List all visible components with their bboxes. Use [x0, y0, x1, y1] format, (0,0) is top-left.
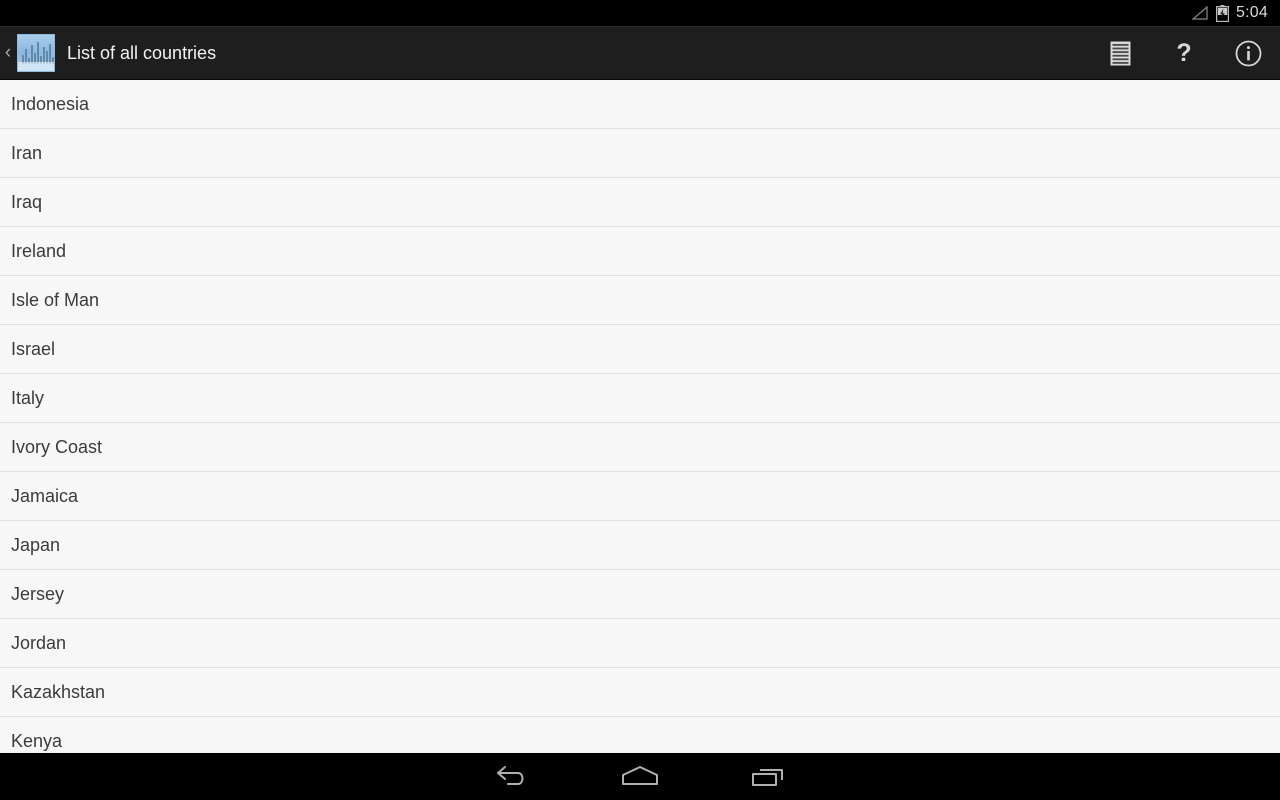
app-logo-haze: [18, 62, 54, 71]
status-bar-clock: 5:04: [1236, 4, 1268, 21]
list-item-label: Jordan: [11, 633, 67, 653]
list-item-label: Iran: [11, 143, 43, 163]
help-button[interactable]: ?: [1152, 26, 1216, 80]
list-item[interactable]: Israel: [0, 325, 1280, 374]
up-navigation-chevron-icon[interactable]: ‹: [0, 26, 16, 80]
list-item-label: Kazakhstan: [11, 682, 106, 702]
battery-charging-icon: [1216, 4, 1230, 22]
list-item[interactable]: Kenya: [0, 717, 1280, 753]
list-item[interactable]: Jordan: [0, 619, 1280, 668]
app-logo-skyline-bars: [20, 42, 54, 64]
list-item-label: Japan: [11, 535, 61, 555]
document-list-button[interactable]: [1088, 26, 1152, 80]
status-bar: 5:04: [0, 0, 1280, 26]
info-icon: [1235, 40, 1262, 67]
list-item-label: Italy: [11, 388, 45, 408]
android-screen: 5:04 ‹ List of all countries ? Indonesia…: [0, 0, 1280, 800]
list-item-label: Kenya: [11, 731, 63, 751]
list-item[interactable]: Italy: [0, 374, 1280, 423]
list-item-label: Jamaica: [11, 486, 79, 506]
list-item-label: Iraq: [11, 192, 43, 212]
system-navigation-bar: [0, 753, 1280, 800]
country-list[interactable]: Indonesia Iran Iraq Ireland Isle of Man …: [0, 80, 1280, 753]
status-bar-right-cluster: 5:04: [1192, 4, 1268, 22]
list-item-label: Indonesia: [11, 94, 90, 114]
app-logo-skyline-icon[interactable]: [17, 34, 55, 72]
signal-triangle-icon: [1192, 6, 1209, 20]
list-item[interactable]: Isle of Man: [0, 276, 1280, 325]
list-item[interactable]: Jamaica: [0, 472, 1280, 521]
help-icon: ?: [1176, 38, 1192, 67]
list-item[interactable]: Ireland: [0, 227, 1280, 276]
list-item-label: Israel: [11, 339, 56, 359]
list-item-label: Ivory Coast: [11, 437, 103, 457]
home-button[interactable]: [576, 753, 704, 800]
list-item-label: Ireland: [11, 241, 67, 261]
list-item-label: Isle of Man: [11, 290, 100, 310]
document-list-icon: [1110, 41, 1131, 66]
back-button[interactable]: [448, 753, 576, 800]
recents-icon: [749, 764, 787, 790]
back-arrow-icon: [495, 764, 529, 790]
action-bar: ‹ List of all countries ?: [0, 26, 1280, 80]
list-item[interactable]: Jersey: [0, 570, 1280, 619]
info-button[interactable]: [1216, 26, 1280, 80]
list-item-label: Jersey: [11, 584, 65, 604]
home-icon: [619, 764, 661, 790]
list-item[interactable]: Indonesia: [0, 80, 1280, 129]
list-item[interactable]: Iran: [0, 129, 1280, 178]
recents-button[interactable]: [704, 753, 832, 800]
list-item[interactable]: Japan: [0, 521, 1280, 570]
list-item[interactable]: Ivory Coast: [0, 423, 1280, 472]
page-title: List of all countries: [67, 42, 217, 63]
list-item[interactable]: Kazakhstan: [0, 668, 1280, 717]
action-bar-actions: ?: [1088, 26, 1280, 80]
list-item[interactable]: Iraq: [0, 178, 1280, 227]
